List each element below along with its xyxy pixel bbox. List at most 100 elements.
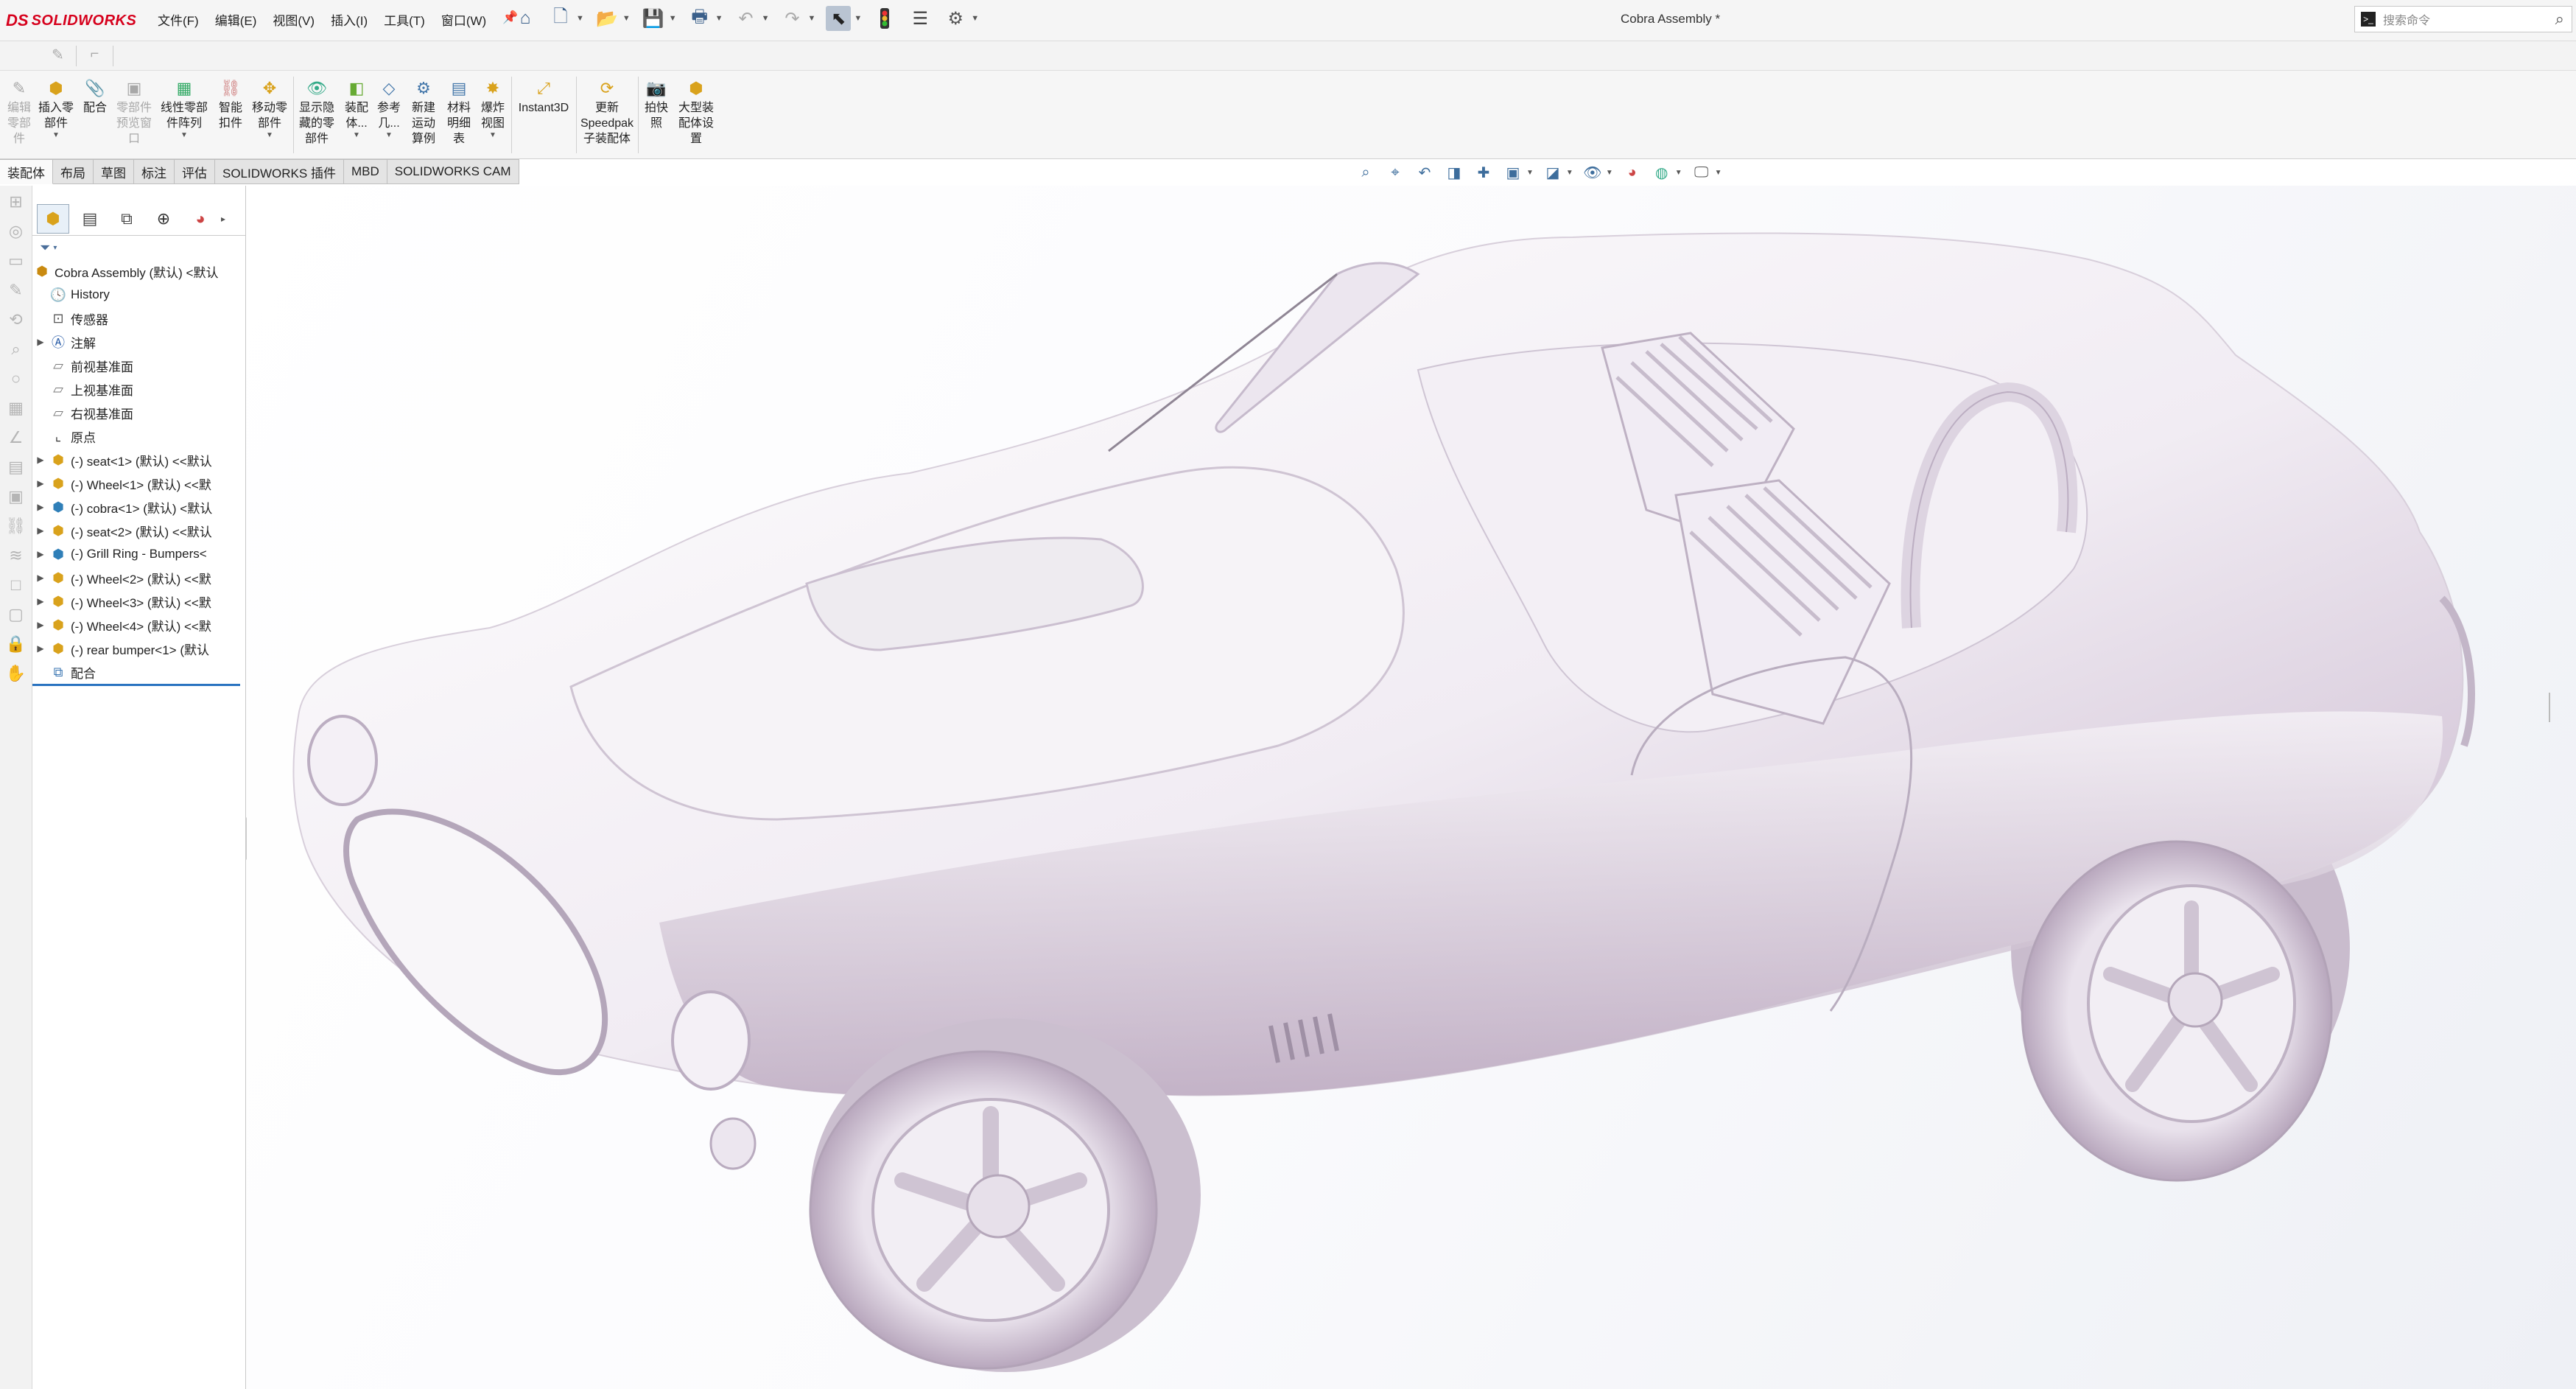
zoom-to-fit-icon[interactable]: ⌕ [1355,162,1376,183]
tab-assembly[interactable]: 装配体 [0,159,53,184]
smart-dimension-icon[interactable]: ⌐ [77,46,113,66]
hide-show-items-icon[interactable]: 👁 [1582,162,1603,183]
tree-item-wheel-3[interactable]: ▶ ⬢ (-) Wheel<3> (默认) <<默 [32,589,245,613]
new-document-icon[interactable]: 🗋 [548,6,573,31]
exploded-view-dropdown[interactable]: ▼ [489,131,496,140]
apply-scene-dropdown[interactable]: ▼ [1675,169,1682,177]
section-view-icon[interactable]: ◨ [1444,162,1464,183]
tab-solidworks-addins[interactable]: SOLIDWORKS 插件 [215,159,344,184]
tree-item-seat-2[interactable]: ▶ ⬢ (-) seat<2> (默认) <<默认 [32,519,245,542]
tab-sketch[interactable]: 草图 [94,159,134,184]
tab-mbd[interactable]: MBD [343,159,387,184]
move-component-dropdown[interactable]: ▼ [266,131,273,140]
dimxpert-tab-icon[interactable]: ⊕ [147,204,180,234]
insert-component-dropdown[interactable]: ▼ [52,131,60,140]
menu-insert[interactable]: 插入(I) [331,10,368,29]
assembly-features-dropdown[interactable]: ▼ [353,131,360,140]
previous-view-icon[interactable]: ↶ [1414,162,1435,183]
cobra-car-model[interactable] [247,186,2576,1389]
tab-layout[interactable]: 布局 [53,159,94,184]
expand-arrow-icon[interactable]: ▶ [32,620,49,630]
insert-component-button[interactable]: ⬢ 插入零 部件 ▼ [35,77,77,140]
move-component-button[interactable]: ✥ 移动零 部件 ▼ [248,77,292,140]
zoom-icon[interactable]: ⌕ [6,340,27,360]
filter-dropdown[interactable]: ▾ [53,244,57,252]
configuration-manager-tab-icon[interactable]: ⧉ [110,204,143,234]
smart-fasteners-button[interactable]: ⛓ 智能 扣件 [212,77,249,131]
mate-button[interactable]: 📎 配合 [77,77,113,116]
redo-icon[interactable]: ↷ [779,6,804,31]
open-dropdown[interactable]: ▼ [622,14,631,23]
panel-tabs-more-icon[interactable]: ▸ [221,214,225,224]
view-orientation-dropdown[interactable]: ▼ [1526,169,1534,177]
sketch-icon[interactable]: ✎ [40,46,77,66]
new-dropdown[interactable]: ▼ [576,14,584,23]
menu-window[interactable]: 窗口(W) [441,10,486,29]
hide-show-dropdown[interactable]: ▼ [1606,169,1613,177]
tree-item-wheel-2[interactable]: ▶ ⬢ (-) Wheel<2> (默认) <<默 [32,566,245,589]
tree-item-wheel-4[interactable]: ▶ ⬢ (-) Wheel<4> (默认) <<默 [32,613,245,637]
open-icon[interactable]: 📂 [594,6,620,31]
linear-pattern-dropdown[interactable]: ▼ [180,131,188,140]
tab-markup[interactable]: 标注 [134,159,175,184]
expand-arrow-icon[interactable]: ▶ [32,337,49,347]
pencil-icon[interactable]: ✎ [6,281,27,301]
home-icon[interactable]: ⌂ [513,6,538,31]
view-settings-dropdown[interactable]: ▼ [1715,169,1722,177]
lock-icon[interactable]: 🔒 [6,634,27,655]
tree-item-rear-bumper-1[interactable]: ▶ ⬢ (-) rear bumper<1> (默认 [32,637,245,660]
select-dropdown[interactable]: ▼ [854,14,862,23]
snapshot-button[interactable]: 📷 拍快 照 [639,77,673,131]
tree-item-top-plane[interactable]: ▱ 上视基准面 [32,377,245,401]
frame-icon[interactable]: ▣ [6,487,27,508]
apply-scene-icon[interactable]: ◍ [1652,162,1672,183]
edit-appearance-icon[interactable]: ◕ [1622,162,1643,183]
wave-icon[interactable]: ≋ [6,546,27,567]
redo-dropdown[interactable]: ▼ [807,14,815,23]
display-style-dropdown[interactable]: ▼ [1566,169,1573,177]
expand-arrow-icon[interactable]: ▶ [32,455,49,465]
link-icon[interactable]: ⛓ [6,517,27,537]
update-speedpak-button[interactable]: ⟳ 更新 Speedpak 子装配体 [578,77,636,147]
reference-geometry-button[interactable]: ◇ 参考 几... ▼ [373,77,405,140]
wheel-front[interactable] [809,1018,1201,1372]
instant3d-button[interactable]: ⤢ Instant3D [513,77,575,116]
print-icon[interactable]: 🖶 [687,6,712,31]
large-assembly-settings-button[interactable]: ⬢ 大型装 配体设 置 [673,77,719,147]
angle-icon[interactable]: ∠ [6,428,27,449]
view-orientation-icon[interactable]: ▣ [1503,162,1523,183]
menu-edit[interactable]: 编辑(E) [215,10,257,29]
graphics-area[interactable] [247,186,2576,1389]
exploded-view-button[interactable]: ✸ 爆炸 视图 ▼ [476,77,510,140]
tree-item-seat-1[interactable]: ▶ ⬢ (-) seat<1> (默认) <<默认 [32,448,245,472]
table-icon[interactable]: ▤ [6,458,27,478]
bom-button[interactable]: ▤ 材料 明细 表 [442,77,476,147]
tab-solidworks-cam[interactable]: SOLIDWORKS CAM [387,159,519,184]
feature-manager-tab-icon[interactable]: ⬢ [37,203,69,234]
dynamic-annotation-icon[interactable]: ✚ [1473,162,1494,183]
rotate-icon[interactable]: ⟲ [6,310,27,331]
layer-icon[interactable]: ◎ [6,222,27,242]
search-commands-box[interactable]: >_ 搜索命令 ⌕ [2354,6,2572,32]
menu-view[interactable]: 视图(V) [273,10,315,29]
show-hidden-components-button[interactable]: 👁 显示隐 藏的零 部件 [295,77,339,147]
save-icon[interactable]: 💾 [641,6,666,31]
expand-arrow-icon[interactable]: ▶ [32,643,49,654]
display-manager-tab-icon[interactable]: ◕ [184,204,217,234]
rollback-bar[interactable] [32,684,240,686]
grid-icon[interactable]: ▦ [6,399,27,419]
tree-root-assembly[interactable]: ⬢ Cobra Assembly (默认) <默认 [32,259,245,283]
undo-icon[interactable]: ↶ [734,6,759,31]
undo-dropdown[interactable]: ▼ [762,14,770,23]
tree-item-mates[interactable]: ⧉ 配合 [32,660,245,684]
tree-item-wheel-1[interactable]: ▶ ⬢ (-) Wheel<1> (默认) <<默 [32,472,245,495]
square-icon[interactable]: □ [6,575,27,596]
expand-arrow-icon[interactable]: ▶ [32,573,49,583]
wheel-rear[interactable] [2021,840,2333,1182]
tree-item-right-plane[interactable]: ▱ 右视基准面 [32,401,245,424]
expand-arrow-icon[interactable]: ▶ [32,478,49,489]
property-manager-tab-icon[interactable]: ▤ [74,204,106,234]
display-style-icon[interactable]: ◪ [1543,162,1563,183]
tree-item-cobra-1[interactable]: ▶ ⬢ (-) cobra<1> (默认) <默认 [32,495,245,519]
toolbar-icon[interactable]: ⊞ [6,192,27,213]
